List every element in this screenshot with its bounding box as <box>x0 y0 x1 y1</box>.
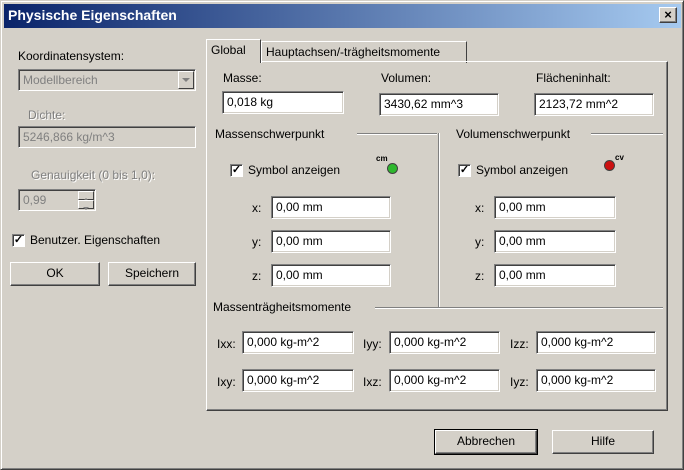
dialog-window: Physische Eigenschaften × Koordinatensys… <box>0 0 684 470</box>
dialog-title: Physische Eigenschaften <box>8 7 177 23</box>
center-of-mass-dot-icon <box>387 163 398 174</box>
volume-center-z-value: 0,00 mm <box>499 268 546 282</box>
mass-center-symbol-checkbox[interactable]: ✓ <box>230 164 243 177</box>
iyz-value: 0,000 kg-m^2 <box>541 373 614 387</box>
ixy-field[interactable]: 0,000 kg-m^2 <box>242 369 354 392</box>
volume-center-y-field[interactable]: 0,00 mm <box>494 230 616 253</box>
mass-value: 0,018 kg <box>227 95 274 109</box>
ixz-field[interactable]: 0,000 kg-m^2 <box>389 369 500 392</box>
cancel-button[interactable]: Abbrechen <box>434 429 538 455</box>
mass-center-z-field[interactable]: 0,00 mm <box>271 264 391 287</box>
iyy-field[interactable]: 0,000 kg-m^2 <box>389 331 500 354</box>
volume-center-z-field[interactable]: 0,00 mm <box>494 264 616 287</box>
coordinate-system-value: Modellbereich <box>23 73 98 87</box>
mass-center-y-value: 0,00 mm <box>276 234 323 248</box>
spin-up-button <box>78 191 94 201</box>
volume-field[interactable]: 3430,62 mm^3 <box>379 93 499 116</box>
save-button[interactable]: Speichern <box>108 262 196 286</box>
ixx-value: 0,000 kg-m^2 <box>247 335 320 349</box>
ixx-field[interactable]: 0,000 kg-m^2 <box>242 331 354 354</box>
mass-center-x-field[interactable]: 0,00 mm <box>271 196 391 219</box>
ixx-label: Ixx: <box>217 337 236 351</box>
izz-value: 0,000 kg-m^2 <box>541 335 614 349</box>
volume-center-x-field[interactable]: 0,00 mm <box>494 196 616 219</box>
check-icon: ✓ <box>13 234 24 246</box>
iyz-label: Iyz: <box>510 375 529 389</box>
volume-center-y-value: 0,00 mm <box>499 234 546 248</box>
user-properties-checkbox[interactable]: ✓ <box>12 234 25 247</box>
check-icon: ✓ <box>231 164 242 176</box>
dropdown-arrow-button[interactable] <box>178 71 194 89</box>
ok-button[interactable]: OK <box>10 262 100 286</box>
spin-down-button <box>78 200 94 210</box>
mass-center-x-label: x: <box>252 201 262 215</box>
mass-label: Masse: <box>223 71 262 85</box>
check-icon: ✓ <box>459 164 470 176</box>
group-divider <box>438 133 440 307</box>
area-label: Flächeninhalt: <box>536 71 611 85</box>
ixz-label: Ixz: <box>363 375 382 389</box>
help-button[interactable]: Hilfe <box>552 430 654 454</box>
ixy-value: 0,000 kg-m^2 <box>247 373 320 387</box>
accuracy-value: 0,99 <box>23 193 47 207</box>
mass-center-z-value: 0,00 mm <box>276 268 323 282</box>
tab-global[interactable]: Global <box>206 39 261 63</box>
ixy-label: Ixy: <box>217 375 236 389</box>
ixz-value: 0,000 kg-m^2 <box>394 373 467 387</box>
group-divider <box>375 307 663 309</box>
mass-center-symbol-label: Symbol anzeigen <box>248 163 341 177</box>
coordinate-system-label: Koordinatensystem: <box>18 49 125 63</box>
iyy-label: Iyy: <box>363 337 382 351</box>
volume-center-y-label: y: <box>475 235 485 249</box>
group-divider <box>591 133 663 135</box>
title-bar[interactable]: Physische Eigenschaften × <box>4 4 681 28</box>
group-divider <box>357 133 437 135</box>
volume-center-symbol-checkbox[interactable]: ✓ <box>458 164 471 177</box>
mass-center-y-field[interactable]: 0,00 mm <box>271 230 391 253</box>
volume-label: Volumen: <box>381 71 432 85</box>
user-properties-label: Benutzer. Eigenschaften <box>30 233 161 247</box>
volume-center-group-label: Volumenschwerpunkt <box>456 127 571 141</box>
volume-center-x-label: x: <box>475 201 485 215</box>
izz-field[interactable]: 0,000 kg-m^2 <box>536 331 656 354</box>
iyy-value: 0,000 kg-m^2 <box>394 335 467 349</box>
izz-label: Izz: <box>510 337 529 351</box>
inertia-group-label: Massenträgheitsmomente <box>213 300 352 314</box>
close-button[interactable]: × <box>659 7 677 23</box>
iyz-field[interactable]: 0,000 kg-m^2 <box>536 369 656 392</box>
mass-center-group-label: Massenschwerpunkt <box>215 127 325 141</box>
density-value: 5246,866 kg/m^3 <box>23 130 115 144</box>
close-icon: × <box>664 7 672 22</box>
chevron-down-icon <box>83 207 89 210</box>
coordinate-system-dropdown[interactable]: Modellbereich <box>18 69 196 91</box>
density-label: Dichte: <box>28 108 66 122</box>
volume-center-x-value: 0,00 mm <box>499 200 546 214</box>
accuracy-label: Genauigkeit (0 bis 1,0): <box>31 168 156 182</box>
volume-center-z-label: z: <box>475 269 485 283</box>
center-of-volume-dot-icon <box>604 160 615 171</box>
volume-value: 3430,62 mm^3 <box>384 97 464 111</box>
mass-field[interactable]: 0,018 kg <box>222 91 344 114</box>
accuracy-spinner: 0,99 <box>18 189 96 211</box>
mass-center-z-label: z: <box>252 269 262 283</box>
center-of-volume-tag: cv <box>615 153 624 162</box>
area-value: 2123,72 mm^2 <box>539 97 619 111</box>
mass-center-x-value: 0,00 mm <box>276 200 323 214</box>
mass-center-y-label: y: <box>252 235 262 249</box>
area-field[interactable]: 2123,72 mm^2 <box>534 93 654 116</box>
tab-principal-axes[interactable]: Hauptachsen/-trägheitsmomente <box>261 41 467 63</box>
chevron-down-icon <box>182 78 190 82</box>
center-of-mass-tag: cm <box>376 154 388 163</box>
density-field: 5246,866 kg/m^3 <box>18 126 196 148</box>
volume-center-symbol-label: Symbol anzeigen <box>476 163 569 177</box>
